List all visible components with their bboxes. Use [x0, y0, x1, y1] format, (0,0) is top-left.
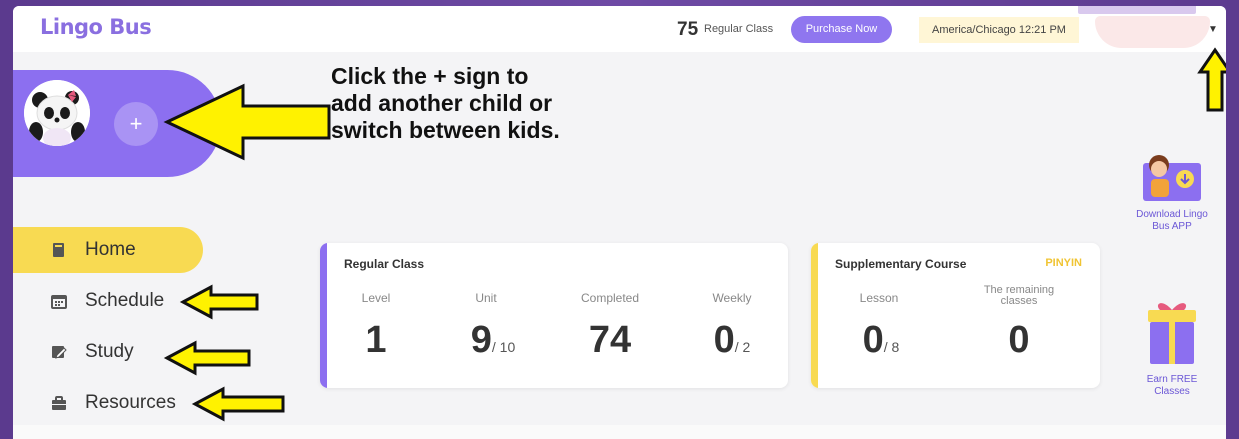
pencil-icon — [52, 346, 67, 359]
user-menu-highlight — [1078, 6, 1196, 14]
remaining-classes-label: The remaining classes — [983, 284, 1055, 307]
app-window: Lingo Bus 75 Regular Class Purchase Now … — [13, 6, 1226, 439]
download-app-icon[interactable] — [1137, 149, 1207, 207]
book-icon — [53, 243, 64, 257]
lesson-total: / 8 — [883, 339, 900, 355]
supplementary-course-card[interactable]: Supplementary Course PINYIN Lesson 0/ 8 … — [811, 243, 1100, 388]
earn-free-classes-label[interactable]: Earn FREE Classes — [1132, 374, 1212, 398]
calendar-icon — [51, 295, 67, 309]
weekly-value: 0/ 2 — [692, 319, 772, 362]
card-accent-bar — [320, 243, 327, 388]
logo[interactable]: Lingo Bus — [40, 15, 152, 39]
arrow-to-add-button-icon — [163, 83, 331, 161]
user-menu[interactable] — [1095, 16, 1210, 48]
lesson-current: 0 — [862, 319, 884, 361]
regular-class-label: Regular Class — [704, 23, 774, 35]
sidebar-item-label: Resources — [85, 392, 176, 413]
panda-avatar-icon — [24, 80, 90, 146]
sidebar-item-resources[interactable]: Resources — [13, 380, 203, 426]
unit-total: / 10 — [491, 339, 516, 355]
card-title: Supplementary Course — [835, 257, 967, 271]
sidebar-item-label: Home — [85, 239, 136, 260]
card-accent-bar — [811, 243, 818, 388]
level-value: 1 — [365, 319, 387, 361]
pinyin-tag: PINYIN — [1045, 257, 1082, 269]
sidebar-item-study[interactable]: Study — [13, 329, 203, 375]
regular-class-card[interactable]: Regular Class Level 1 Unit 9/ 10 Complet… — [320, 243, 788, 388]
arrow-to-resources-icon — [191, 386, 285, 422]
sidebar-item-schedule[interactable]: Schedule — [13, 278, 203, 324]
top-header: Lingo Bus 75 Regular Class Purchase Now … — [13, 6, 1226, 52]
remaining-classes-value: 0 — [1008, 319, 1030, 361]
child-avatar[interactable] — [24, 80, 90, 146]
unit-value: 9/ 10 — [448, 319, 538, 362]
sidebar-item-label: Schedule — [85, 290, 165, 311]
purchase-now-button[interactable]: Purchase Now — [791, 16, 892, 43]
download-app-label[interactable]: Download Lingo Bus APP — [1132, 209, 1212, 233]
add-child-button[interactable]: + — [114, 102, 158, 146]
weekly-total: / 2 — [734, 339, 751, 355]
regular-class-count: 75 — [677, 19, 699, 40]
level-label: Level — [361, 291, 391, 305]
weekly-label: Weekly — [712, 291, 752, 305]
sidebar-item-label: Study — [85, 341, 134, 362]
timezone-display[interactable]: America/Chicago 12:21 PM — [919, 17, 1079, 43]
lesson-label: Lesson — [859, 291, 899, 305]
completed-value: 74 — [588, 319, 632, 361]
caret-down-icon[interactable]: ▼ — [1208, 24, 1218, 35]
annotation-text: Click the + sign to add another child or… — [331, 63, 560, 143]
completed-label: Completed — [580, 291, 640, 305]
lesson-value: 0/ 8 — [841, 319, 921, 362]
briefcase-icon — [52, 396, 66, 410]
unit-current: 9 — [470, 319, 492, 361]
gift-box-icon[interactable] — [1142, 296, 1202, 368]
bottom-strip — [13, 425, 1226, 439]
sidebar-item-home[interactable]: Home — [13, 227, 203, 273]
arrow-to-dropdown-icon — [1197, 47, 1226, 112]
unit-label: Unit — [475, 291, 497, 305]
card-title: Regular Class — [344, 257, 425, 271]
weekly-current: 0 — [713, 319, 735, 361]
